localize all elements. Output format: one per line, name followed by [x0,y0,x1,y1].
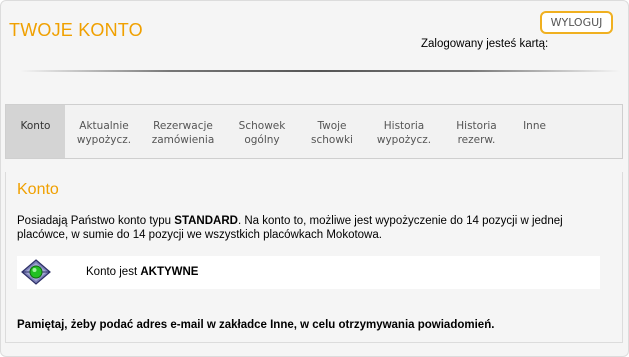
tab-bar: Konto Aktualnie wypożycz. Rezerwacje zamów… [5,104,623,159]
section-title: Konto [17,181,59,198]
tab-label: Historia [383,120,425,132]
header-divider [20,70,620,72]
tab-label: schowki [311,134,353,146]
tab-inne[interactable]: Inne [508,105,561,158]
tab-historia-rezerw[interactable]: Historia rezerw. [445,105,508,158]
tab-label: Inne [523,120,546,132]
tab-label: rezerw. [457,134,496,146]
tab-label: Konto [20,120,51,132]
logout-button[interactable]: WYLOGUJ [540,11,613,34]
tab-twoje-schowki[interactable]: Twoje schowki [301,105,363,158]
account-type: STANDARD [174,215,238,227]
account-status-box: Konto jest AKTYWNE [17,256,600,289]
active-status-icon [21,259,51,285]
tab-label: wypożycz. [376,134,432,146]
account-info: Posiadają Państwo konto typu STANDARD. N… [17,214,577,242]
login-info: Zalogowany jesteś kartą: [421,38,549,50]
account-info-prefix: Posiadają Państwo konto typu [17,215,175,227]
tab-schowek-ogolny[interactable]: Schowek ogólny [223,105,301,158]
tab-label: Twoje [317,120,347,132]
tab-rezerwacje[interactable]: Rezerwacje zamówienia [143,105,223,158]
tab-label: ogólny [244,134,280,146]
tab-label: wypożycz. [76,134,132,146]
tab-historia-wypozycz[interactable]: Historia wypożycz. [363,105,445,158]
status-value: AKTYWNE [140,266,199,278]
status-prefix: Konto jest [86,266,141,278]
tab-label: Aktualnie [79,120,129,132]
account-status-text: Konto jest AKTYWNE [86,266,198,278]
tab-konto[interactable]: Konto [6,105,65,158]
tab-label: Schowek [238,120,286,132]
tab-aktualnie-wypozycz[interactable]: Aktualnie wypożycz. [65,105,143,158]
email-reminder: Pamiętaj, żeby podać adres e-mail w zakł… [17,319,495,331]
page-title: TWOJE KONTO [9,20,143,40]
tab-label: Rezerwacje [153,120,213,132]
tab-label: zamówienia [151,134,215,146]
tab-label: Historia [456,120,497,132]
